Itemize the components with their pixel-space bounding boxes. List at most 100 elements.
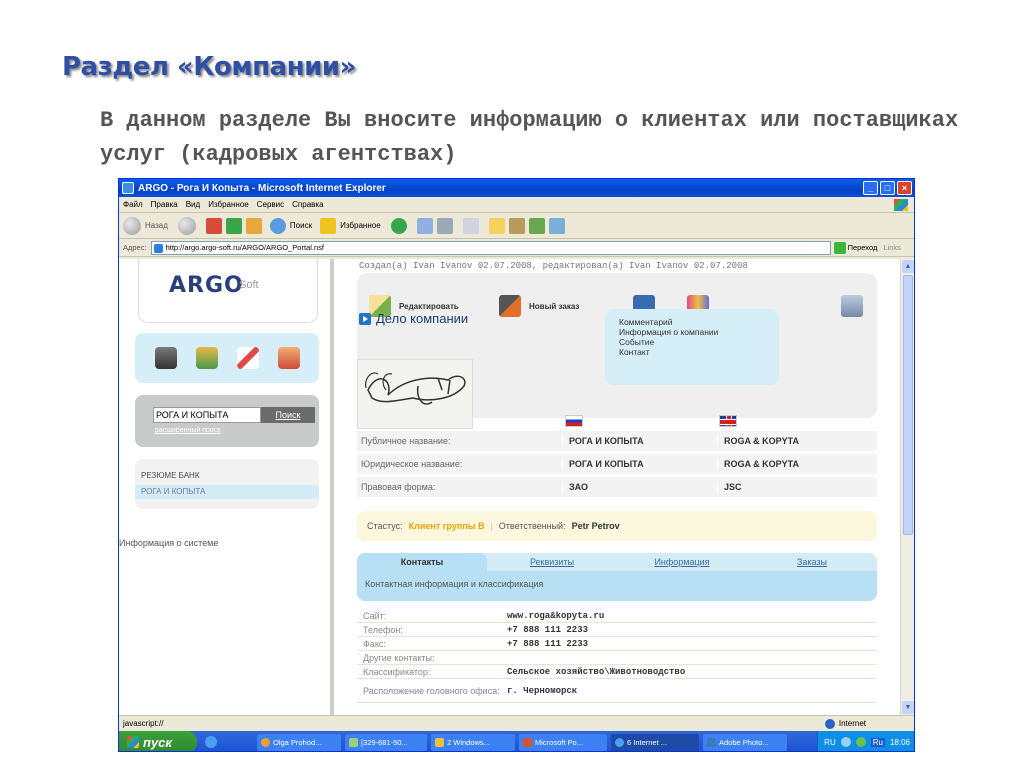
argo-logo[interactable]: ARGO xyxy=(169,273,244,298)
contact-row: Телефон: +7 888 111 2233 xyxy=(357,623,877,637)
back-icon[interactable] xyxy=(123,216,141,235)
taskbar-item[interactable]: Microsoft Po... xyxy=(519,733,607,751)
tray-network-icon[interactable] xyxy=(840,737,851,747)
info-label: Юридическое название: xyxy=(361,459,463,469)
stop-icon[interactable] xyxy=(205,217,222,234)
info-row: Юридическое название: РОГА И КОПЫТА ROGA… xyxy=(357,454,877,474)
language-indicator[interactable]: RU xyxy=(824,738,836,747)
folder-icon[interactable] xyxy=(488,217,505,234)
taskbar-item[interactable]: 2 Windows... xyxy=(431,733,515,751)
tab-contacts[interactable]: Контакты xyxy=(357,553,487,571)
contact-value: +7 888 111 2233 xyxy=(507,638,589,649)
chat-task-icon xyxy=(349,737,358,747)
favorites-button-label[interactable]: Избранное xyxy=(340,221,381,230)
menu-view[interactable]: Вид xyxy=(186,200,200,209)
maximize-button[interactable]: □ xyxy=(880,181,895,195)
info-label: Публичное название: xyxy=(361,436,451,446)
menu-help[interactable]: Справка xyxy=(292,200,323,209)
research-icon[interactable] xyxy=(508,217,525,234)
vertical-scrollbar[interactable]: ▲ ▼ xyxy=(900,259,914,715)
search-button-label[interactable]: Поиск xyxy=(290,221,312,230)
back-button-label[interactable]: Назад xyxy=(145,221,168,230)
contact-value[interactable]: www.roga&kopyta.ru xyxy=(507,611,877,621)
hand-icon[interactable] xyxy=(277,347,300,369)
resume-bank-title[interactable]: РЕЗЮМЕ БАНК xyxy=(141,471,199,480)
menu-tools[interactable]: Сервис xyxy=(257,200,284,209)
info-value-en: JSC xyxy=(717,482,877,492)
taskbar-item-label: 2 Windows... xyxy=(447,737,490,747)
taskbar-item[interactable]: 6 Internet ... xyxy=(611,733,699,751)
tray-app-icon[interactable] xyxy=(855,737,866,747)
contact-row: Сайт: www.roga&kopyta.ru xyxy=(357,609,877,623)
print-icon[interactable] xyxy=(436,217,453,234)
windows-logo-icon xyxy=(894,198,908,211)
refresh-icon[interactable] xyxy=(225,217,242,234)
scroll-thumb[interactable] xyxy=(903,275,913,535)
keyboard-layout[interactable]: Ru xyxy=(870,737,885,747)
play-icon xyxy=(359,312,371,325)
ie-icon xyxy=(122,182,134,194)
clock[interactable]: 18:06 xyxy=(890,738,910,747)
taskbar-item[interactable]: [329-681-50... xyxy=(345,733,427,751)
browser-window: ARGO - Рога И Копыта - Microsoft Interne… xyxy=(118,178,915,752)
status-value[interactable]: Клиент группы В xyxy=(409,521,485,531)
tab-description: Контактная информация и классификация xyxy=(365,579,544,589)
main-pane: Создал(а) Ivan Ivanov 02.07.2008, редакт… xyxy=(337,259,902,715)
menu-edit[interactable]: Правка xyxy=(151,200,178,209)
advanced-search-link[interactable]: расширенный поиск xyxy=(155,427,220,434)
trash-icon[interactable] xyxy=(841,295,863,317)
checkmark-icon[interactable] xyxy=(236,347,259,369)
nav-icons xyxy=(135,333,319,383)
history-icon[interactable] xyxy=(390,217,407,234)
people-group-icon[interactable] xyxy=(195,347,218,369)
system-info-link[interactable]: Информация о системе xyxy=(119,538,218,548)
selected-company-item[interactable]: РОГА И КОПЫТА xyxy=(135,485,319,499)
forward-icon[interactable] xyxy=(177,216,196,235)
created-info: Создал(а) Ivan Ivanov 02.07.2008, редакт… xyxy=(359,261,748,271)
quicklaunch-ie-icon[interactable] xyxy=(205,736,217,748)
home-icon[interactable] xyxy=(245,217,262,234)
people-icon[interactable] xyxy=(548,217,565,234)
favorites-icon[interactable] xyxy=(320,217,337,234)
resume-bank-box: РЕЗЮМЕ БАНК РОГА И КОПЫТА xyxy=(135,459,319,509)
tab-information[interactable]: Информация xyxy=(617,557,747,567)
menu-item-contact[interactable]: Контакт xyxy=(619,347,779,357)
responsible-value[interactable]: Petr Petrov xyxy=(572,521,620,531)
new-order-action[interactable]: Новый заказ xyxy=(499,295,579,317)
taskbar-item[interactable]: Adobe Photo... xyxy=(703,733,787,751)
start-button[interactable]: пуск xyxy=(119,731,197,751)
scroll-down-icon[interactable]: ▼ xyxy=(902,701,914,714)
tab-requisites[interactable]: Реквизиты xyxy=(487,557,617,567)
search-button[interactable]: Поиск xyxy=(261,407,315,423)
menu-item-company-info[interactable]: Информация о компании xyxy=(619,327,779,337)
new-order-action-label: Новый заказ xyxy=(529,301,580,311)
tabs-box: Контакты Реквизиты Информация Заказы Кон… xyxy=(357,553,877,601)
contact-row: Классификатор: Сельское хозяйство\Животн… xyxy=(357,665,877,679)
window-titlebar[interactable]: ARGO - Рога И Копыта - Microsoft Interne… xyxy=(119,179,914,197)
menu-file[interactable]: Файл xyxy=(123,200,143,209)
close-button[interactable]: × xyxy=(897,181,912,195)
status-card: Стастус: Клиент группы В | Ответственный… xyxy=(357,511,877,541)
go-button[interactable]: Переход xyxy=(833,241,877,254)
taskbar-item[interactable]: Olga Prohod... xyxy=(257,733,341,751)
menu-favorites[interactable]: Избранное xyxy=(208,200,249,209)
chair-icon[interactable] xyxy=(154,347,177,369)
menu-item-event[interactable]: Событие xyxy=(619,337,779,347)
menu-item-comment[interactable]: Комментарий xyxy=(619,317,779,327)
edit-icon[interactable] xyxy=(462,217,479,234)
company-search-input[interactable]: РОГА И КОПЫТА xyxy=(153,407,261,423)
address-input[interactable]: http://argo.argo-soft.ru/ARGO/ARGO_Porta… xyxy=(150,240,831,255)
search-icon[interactable] xyxy=(269,217,286,234)
mail-icon[interactable] xyxy=(416,217,433,234)
responsible-label: Ответственный: xyxy=(498,521,566,531)
scroll-up-icon[interactable]: ▲ xyxy=(902,260,914,273)
info-row: Правовая форма: ЗАО JSC xyxy=(357,477,877,497)
minimize-button[interactable]: _ xyxy=(863,181,878,195)
search-box: РОГА И КОПЫТА Поиск расширенный поиск xyxy=(135,395,319,447)
slide-subtitle: В данном разделе Вы вносите информацию о… xyxy=(100,108,959,167)
info-value-ru: РОГА И КОПЫТА xyxy=(562,436,717,446)
info-value-en: ROGA & KOPYTA xyxy=(717,436,877,446)
messenger-icon[interactable] xyxy=(528,217,545,234)
tab-orders[interactable]: Заказы xyxy=(747,557,877,567)
links-label[interactable]: Links xyxy=(883,243,901,252)
